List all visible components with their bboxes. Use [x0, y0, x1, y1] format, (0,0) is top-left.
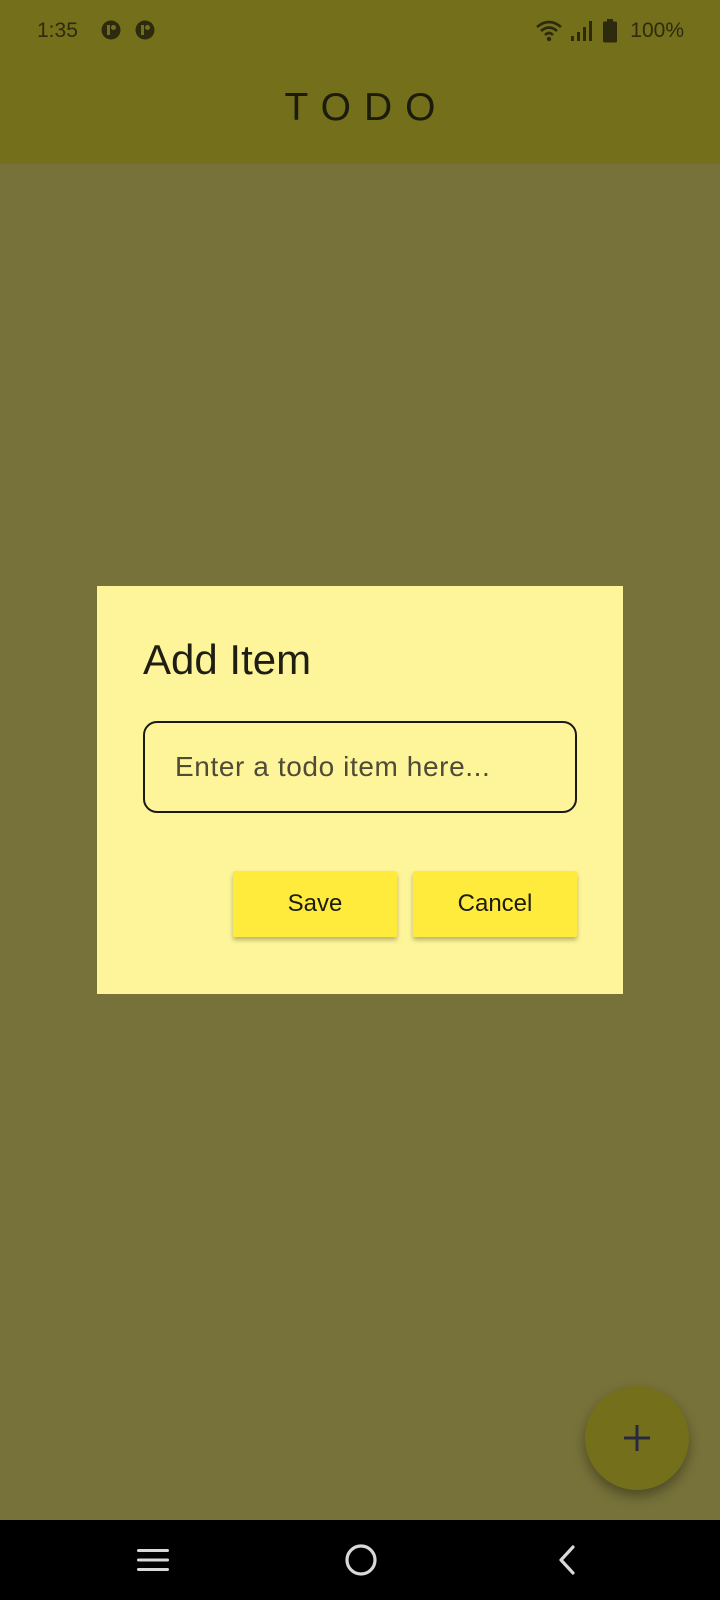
add-item-fab[interactable]	[585, 1386, 689, 1490]
app-title: TODO	[284, 86, 449, 129]
menu-icon	[137, 1549, 169, 1571]
todo-item-input[interactable]	[143, 721, 577, 813]
status-time: 1:35	[37, 19, 78, 42]
back-button[interactable]	[547, 1540, 587, 1580]
cancel-button[interactable]: Cancel	[413, 871, 577, 937]
notification-app-icon	[135, 20, 155, 40]
signal-icon	[571, 21, 593, 41]
battery-percentage: 100%	[630, 19, 684, 42]
system-nav-bar	[0, 1520, 720, 1600]
wifi-icon	[536, 20, 563, 42]
recent-apps-button[interactable]	[133, 1540, 173, 1580]
home-button[interactable]	[341, 1540, 381, 1580]
battery-icon	[603, 19, 618, 43]
plus-icon	[624, 1425, 650, 1451]
status-bar: 1:35 100%	[0, 0, 720, 62]
add-item-dialog: Add Item Save Cancel	[97, 586, 623, 994]
notification-app-icon	[101, 20, 121, 40]
home-icon	[345, 1544, 377, 1576]
status-indicators: 100%	[536, 16, 684, 46]
app-bar: TODO	[0, 62, 720, 164]
dialog-title: Add Item	[143, 636, 312, 683]
back-icon	[559, 1545, 575, 1575]
save-button[interactable]: Save	[233, 871, 397, 937]
